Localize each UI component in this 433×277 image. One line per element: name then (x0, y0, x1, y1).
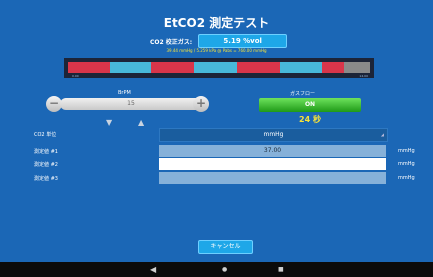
home-icon[interactable]: ● (222, 266, 227, 273)
gasflow-label: ガスフロー (290, 91, 316, 97)
measurement-3-unit: mmHg (398, 175, 415, 181)
co2-unit-select[interactable]: mmHg ◢ (159, 128, 388, 142)
calibration-gas-field[interactable]: 5.19 %vol (198, 34, 288, 48)
brpm-label: BrPM (118, 90, 131, 96)
band-segment (322, 62, 344, 73)
band-tick-right: 14.00 (359, 74, 368, 78)
brpm-slider[interactable]: 15 (60, 98, 202, 110)
calibration-row: CO2 校正ガス: 5.19 %vol (150, 34, 288, 48)
back-icon[interactable]: ◀ (150, 265, 156, 274)
band-segment (110, 62, 151, 73)
increase-arrow-icon[interactable]: ▲ (138, 118, 144, 127)
measurement-1-label: 測定値 #1 (34, 149, 58, 155)
measurement-1-field[interactable]: 37.00 (159, 145, 386, 157)
band-segment (344, 62, 370, 73)
band-segment (280, 62, 322, 73)
measurement-3-field[interactable] (159, 172, 386, 184)
band-segment (68, 62, 110, 73)
dropdown-corner-icon: ◢ (380, 132, 384, 137)
measurement-3-label: 測定値 #3 (34, 176, 58, 182)
band-tick-left: 0.00 (72, 74, 79, 78)
measurement-2-unit: mmHg (398, 161, 415, 167)
etco2-test-screen: EtCO2 測定テスト CO2 校正ガス: 5.19 %vol 39.44 mm… (0, 0, 433, 262)
band-segment (237, 62, 280, 73)
gasflow-toggle-button[interactable]: ON (259, 98, 361, 112)
co2-waveform-band: 0.00 14.00 (64, 58, 374, 78)
measurement-2-label: 測定値 #2 (34, 162, 58, 168)
brpm-increase-button[interactable]: + (193, 96, 209, 112)
decrease-arrow-icon[interactable]: ▼ (106, 118, 112, 127)
brpm-value: 15 (127, 100, 135, 107)
band-segment (151, 62, 194, 73)
calibration-label: CO2 校正ガス: (150, 38, 193, 46)
co2-unit-label: CO2 単位 (34, 132, 57, 138)
gasflow-timer: 24 秒 (299, 115, 321, 124)
recent-apps-icon[interactable]: ■ (278, 266, 284, 273)
cancel-button[interactable]: キャンセル (198, 240, 253, 254)
page-title: EtCO2 測定テスト (163, 16, 270, 30)
band-segment (194, 62, 237, 73)
calibration-detail: 39.44 mmHg / 5.259 kPa @ Pabs = 760.00 m… (166, 48, 267, 53)
measurement-2-field[interactable] (159, 158, 386, 170)
android-nav-bar: ◀ ● ■ (0, 262, 433, 277)
measurement-1-unit: mmHg (398, 148, 415, 154)
co2-unit-value: mmHg (263, 131, 284, 138)
